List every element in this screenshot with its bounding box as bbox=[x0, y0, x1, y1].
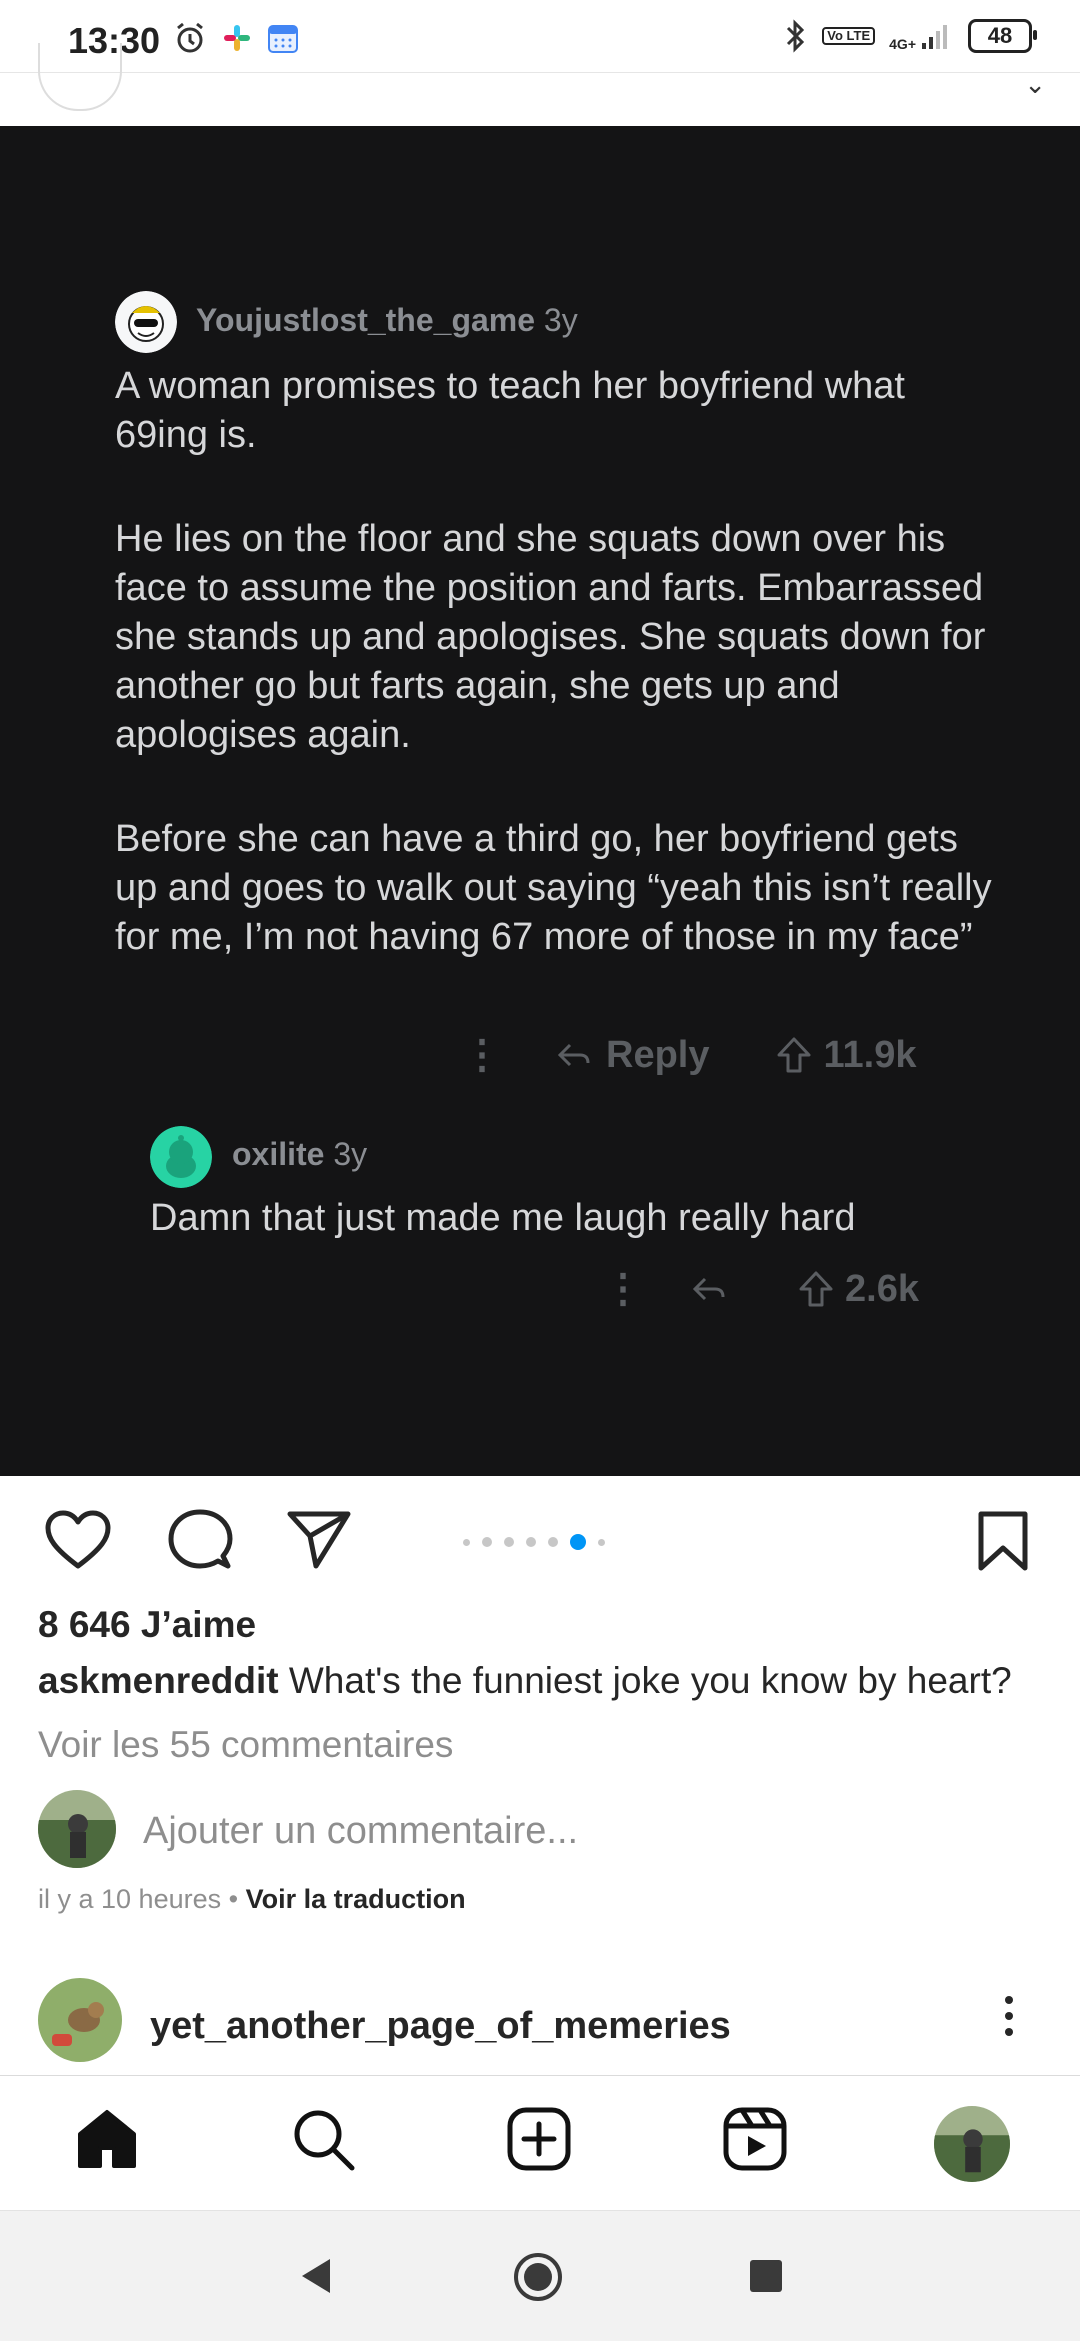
slack-icon bbox=[224, 25, 250, 51]
carousel-dot bbox=[482, 1537, 492, 1547]
likes-count[interactable]: 8 646 J’aime bbox=[38, 1604, 256, 1646]
post-header-partial: ⌄ bbox=[0, 43, 1080, 127]
comment-age: 3y bbox=[543, 302, 578, 338]
more-options-icon: ⋮ bbox=[603, 1267, 643, 1311]
volte-badge: Vo LTE bbox=[822, 27, 876, 45]
alarm-icon bbox=[177, 22, 203, 53]
post-time-ago: il y a 10 heures bbox=[38, 1884, 222, 1914]
status-left-icons bbox=[172, 20, 300, 56]
snoo-avatar-icon bbox=[115, 291, 177, 353]
home-button-icon[interactable] bbox=[512, 2251, 564, 2303]
comment-username-text[interactable]: Youjustlost_the_game bbox=[196, 302, 535, 338]
carousel-dot bbox=[504, 1537, 514, 1547]
vote-count: 11.9k bbox=[823, 1033, 917, 1076]
avatar-photo bbox=[934, 2106, 1010, 2182]
battery-level: 48 bbox=[987, 23, 1013, 48]
snoo-avatar-icon bbox=[150, 1126, 212, 1188]
comment-paragraph: Before she can have a third go, her boyf… bbox=[115, 818, 992, 958]
share-send-icon[interactable] bbox=[286, 1508, 352, 1570]
carousel-dot bbox=[463, 1538, 470, 1546]
more-options-icon[interactable] bbox=[1005, 1996, 1013, 2036]
reply-icon bbox=[557, 1043, 590, 1067]
profile-tab-avatar[interactable] bbox=[934, 2106, 1010, 2182]
caption-username[interactable]: askmenreddit bbox=[38, 1660, 279, 1701]
meta-separator: • bbox=[228, 1884, 239, 1914]
save-bookmark-icon[interactable] bbox=[976, 1510, 1030, 1572]
post-media[interactable]: Youjustlost_the_game 3y A woman promises… bbox=[0, 126, 1080, 1476]
upvote-icon bbox=[799, 1271, 833, 1307]
carousel-dot bbox=[598, 1538, 605, 1546]
next-post-avatar[interactable] bbox=[38, 1978, 122, 2062]
comment-username[interactable]: oxilite 3y bbox=[232, 1136, 367, 1173]
dot bbox=[1005, 1996, 1013, 2004]
carousel-indicator bbox=[463, 1534, 605, 1550]
reply-label: Reply bbox=[606, 1033, 710, 1076]
reply-icon bbox=[692, 1277, 725, 1301]
comment-body: A woman promises to teach her boyfriend … bbox=[115, 362, 995, 1017]
signal-icon bbox=[922, 25, 947, 49]
reels-icon[interactable] bbox=[722, 2106, 788, 2172]
system-nav-bar bbox=[0, 2210, 1080, 2341]
carousel-dot bbox=[548, 1537, 558, 1547]
caption-text: What's the funniest joke you know by hea… bbox=[288, 1660, 1012, 1701]
avatar-photo bbox=[38, 1978, 122, 2062]
vote-count: 2.6k bbox=[845, 1267, 919, 1310]
back-icon[interactable] bbox=[296, 2255, 336, 2297]
view-all-comments-link[interactable]: Voir les 55 commentaires bbox=[38, 1724, 453, 1766]
battery-indicator: 48 bbox=[968, 19, 1037, 53]
add-comment-input[interactable]: Ajouter un commentaire... bbox=[143, 1810, 578, 1853]
comment-age: 3y bbox=[333, 1136, 368, 1172]
upvote-icon bbox=[777, 1037, 811, 1073]
more-options-icon: ⋮ bbox=[462, 1033, 502, 1077]
post-author-avatar[interactable] bbox=[38, 43, 122, 111]
create-post-icon[interactable] bbox=[506, 2106, 572, 2172]
status-bar: 13:30 Vo LTE 4G+ 48 bbox=[0, 0, 1080, 72]
my-avatar bbox=[38, 1790, 116, 1868]
comment-avatar bbox=[115, 291, 177, 353]
recents-icon[interactable] bbox=[748, 2258, 784, 2294]
comment-avatar bbox=[150, 1126, 212, 1188]
comment-body: Damn that just made me laugh really hard bbox=[150, 1194, 1010, 1243]
calendar-icon bbox=[268, 25, 298, 53]
status-right: Vo LTE 4G+ 48 bbox=[784, 18, 1037, 54]
post-meta: il y a 10 heures • Voir la traduction bbox=[38, 1884, 466, 1915]
dot bbox=[1005, 2028, 1013, 2036]
see-translation-link[interactable]: Voir la traduction bbox=[246, 1884, 466, 1914]
carousel-dot-active bbox=[570, 1534, 586, 1550]
network-type: 4G+ bbox=[889, 36, 916, 52]
comment-paragraph: Damn that just made me laugh really hard bbox=[150, 1197, 856, 1239]
comment-username[interactable]: Youjustlost_the_game 3y bbox=[196, 302, 578, 339]
carousel-dot bbox=[526, 1537, 536, 1547]
bottom-nav bbox=[0, 2076, 1080, 2210]
next-post-username[interactable]: yet_another_page_of_memeries bbox=[150, 2005, 731, 2048]
comment-bubble-icon[interactable] bbox=[167, 1508, 233, 1574]
search-icon[interactable] bbox=[290, 2106, 356, 2172]
comment-paragraph: A woman promises to teach her boyfriend … bbox=[115, 365, 905, 456]
comment-actions: ⋮ Reply 11.9k bbox=[462, 1032, 916, 1078]
post-caption: askmenreddit What's the funniest joke yo… bbox=[38, 1660, 1012, 1702]
chevron-down-icon[interactable]: ⌄ bbox=[1024, 69, 1046, 100]
like-heart-icon[interactable] bbox=[44, 1510, 112, 1570]
bluetooth-icon bbox=[787, 19, 805, 53]
comment-actions: ⋮ 2.6k bbox=[603, 1266, 919, 1312]
avatar-photo bbox=[38, 1790, 116, 1868]
comment-paragraph: He lies on the floor and she squats down… bbox=[115, 518, 986, 756]
home-icon[interactable] bbox=[74, 2106, 140, 2172]
comment-username-text[interactable]: oxilite bbox=[232, 1136, 324, 1172]
dot bbox=[1005, 2012, 1013, 2020]
